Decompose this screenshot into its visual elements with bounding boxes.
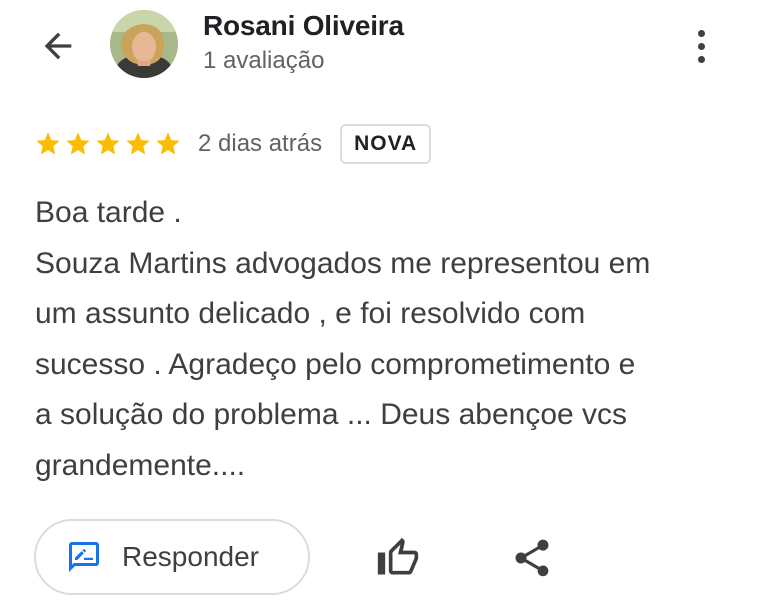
review-line: a solução do problema ... Deus abençoe v… [35,398,628,431]
reply-button[interactable]: Responder [34,519,310,595]
star-icon [126,132,150,155]
more-vert-icon [697,29,705,37]
review-time: 2 dias atrás [198,130,323,157]
rate-review-icon [69,542,99,572]
more-vert-icon-dot [697,42,705,50]
arrow-back-icon [44,32,72,60]
star-rating [34,130,182,158]
review-line: Boa tarde . [35,196,182,229]
new-badge: NOVA [340,124,432,164]
star-icon [66,132,90,155]
share-button[interactable] [510,536,554,580]
review-count: 1 avaliação [203,47,325,74]
review-line: Souza Martins advogados me representou e… [35,246,651,280]
star-icon [96,132,120,155]
avatar-image [110,10,178,78]
back-button[interactable] [36,24,80,68]
reviewer-name: Rosani Oliveira [203,10,404,41]
review-line: um assunto delicado , e foi resolvido co… [35,297,586,330]
review-meta: 2 dias atrás NOVA [34,122,432,166]
review-line: grandemente.... [35,448,246,482]
more-options-button[interactable] [686,24,716,68]
like-button[interactable] [376,536,420,580]
star-icon [156,132,180,155]
reply-label: Responder [122,541,259,572]
review-line: sucesso . Agradeço pelo comprometimento … [35,347,636,381]
review-text: Boa tarde . Souza Martins advogados me re… [35,188,735,491]
avatar [110,10,178,78]
thumb-up-icon [377,537,419,575]
share-icon [515,539,549,577]
star-icon [36,132,60,155]
more-vert-icon-dot [697,55,705,63]
